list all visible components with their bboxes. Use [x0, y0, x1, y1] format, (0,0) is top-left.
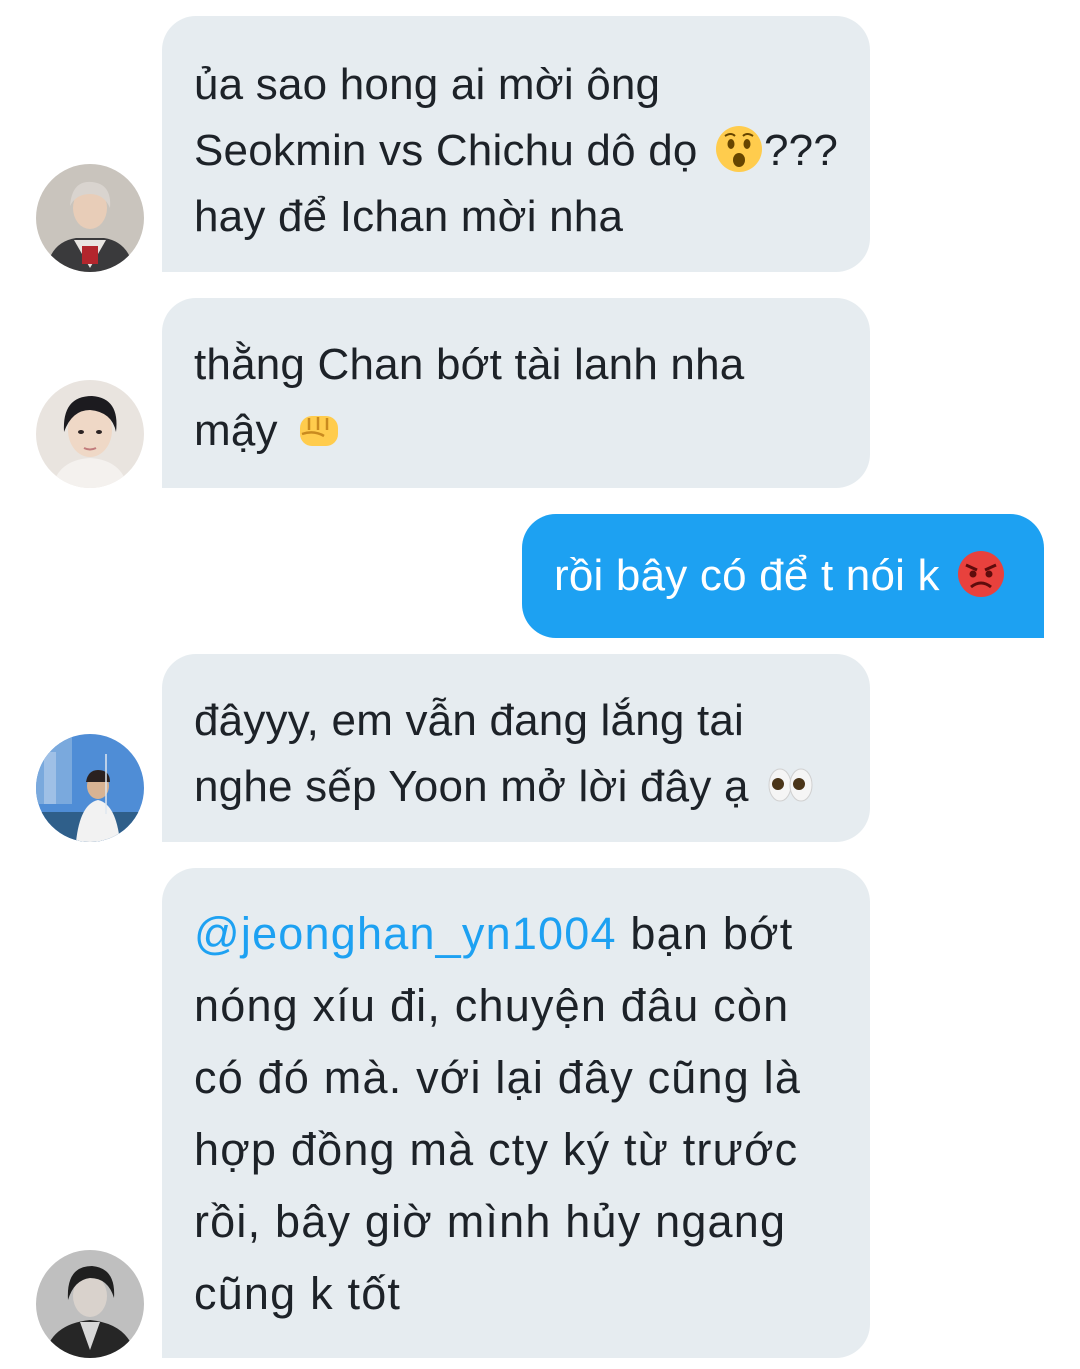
- incoming-message-2: thằng Chan bớt tài lanh nha mậy: [162, 298, 870, 488]
- avatar-user-4[interactable]: [36, 1250, 144, 1358]
- eyes-emoji: [765, 760, 815, 810]
- message-line: nóng xíu đi, chuyện đâu còn: [194, 980, 790, 1031]
- message-line: mậy: [194, 398, 846, 464]
- message-line: rồi bây có để t nói k: [554, 543, 1014, 609]
- message-line: Seokmin vs Chichu dô dọ ???: [194, 124, 838, 175]
- incoming-message-3: đâyyy, em vẫn đang lắng tai nghe sếp Yoo…: [162, 654, 870, 842]
- avatar-user-3[interactable]: [36, 734, 144, 842]
- oncoming-fist-emoji: [294, 404, 344, 454]
- avatar-user-1[interactable]: [36, 164, 144, 272]
- outgoing-message-1: rồi bây có để t nói k: [522, 514, 1044, 638]
- avatar-user-2[interactable]: [36, 380, 144, 488]
- message-line: đâyyy, em vẫn đang lắng tai: [194, 696, 745, 745]
- message-line: ủa sao hong ai mời ông: [194, 60, 661, 109]
- astonished-face-emoji: [714, 124, 764, 174]
- message-line: hợp đồng mà cty ký từ trước: [194, 1124, 799, 1175]
- message-line: thằng Chan bớt tài lanh nha: [194, 340, 745, 389]
- incoming-message-1: ủa sao hong ai mời ông Seokmin vs Chichu…: [162, 16, 870, 272]
- pouting-face-emoji: [956, 549, 1006, 599]
- user-mention-link[interactable]: @jeonghan_yn1004: [194, 908, 617, 959]
- incoming-message-4: @jeonghan_yn1004 bạn bớt nóng xíu đi, ch…: [162, 868, 870, 1358]
- message-line: có đó mà. với lại đây cũng là: [194, 1052, 802, 1103]
- message-line: nghe sếp Yoon mở lời đây ạ: [194, 754, 846, 820]
- message-line: hay để Ichan mời nha: [194, 192, 624, 241]
- message-line: rồi, bây giờ mình hủy ngang: [194, 1196, 787, 1247]
- message-line: cũng k tốt: [194, 1268, 402, 1319]
- message-line: @jeonghan_yn1004 bạn bớt: [194, 908, 794, 959]
